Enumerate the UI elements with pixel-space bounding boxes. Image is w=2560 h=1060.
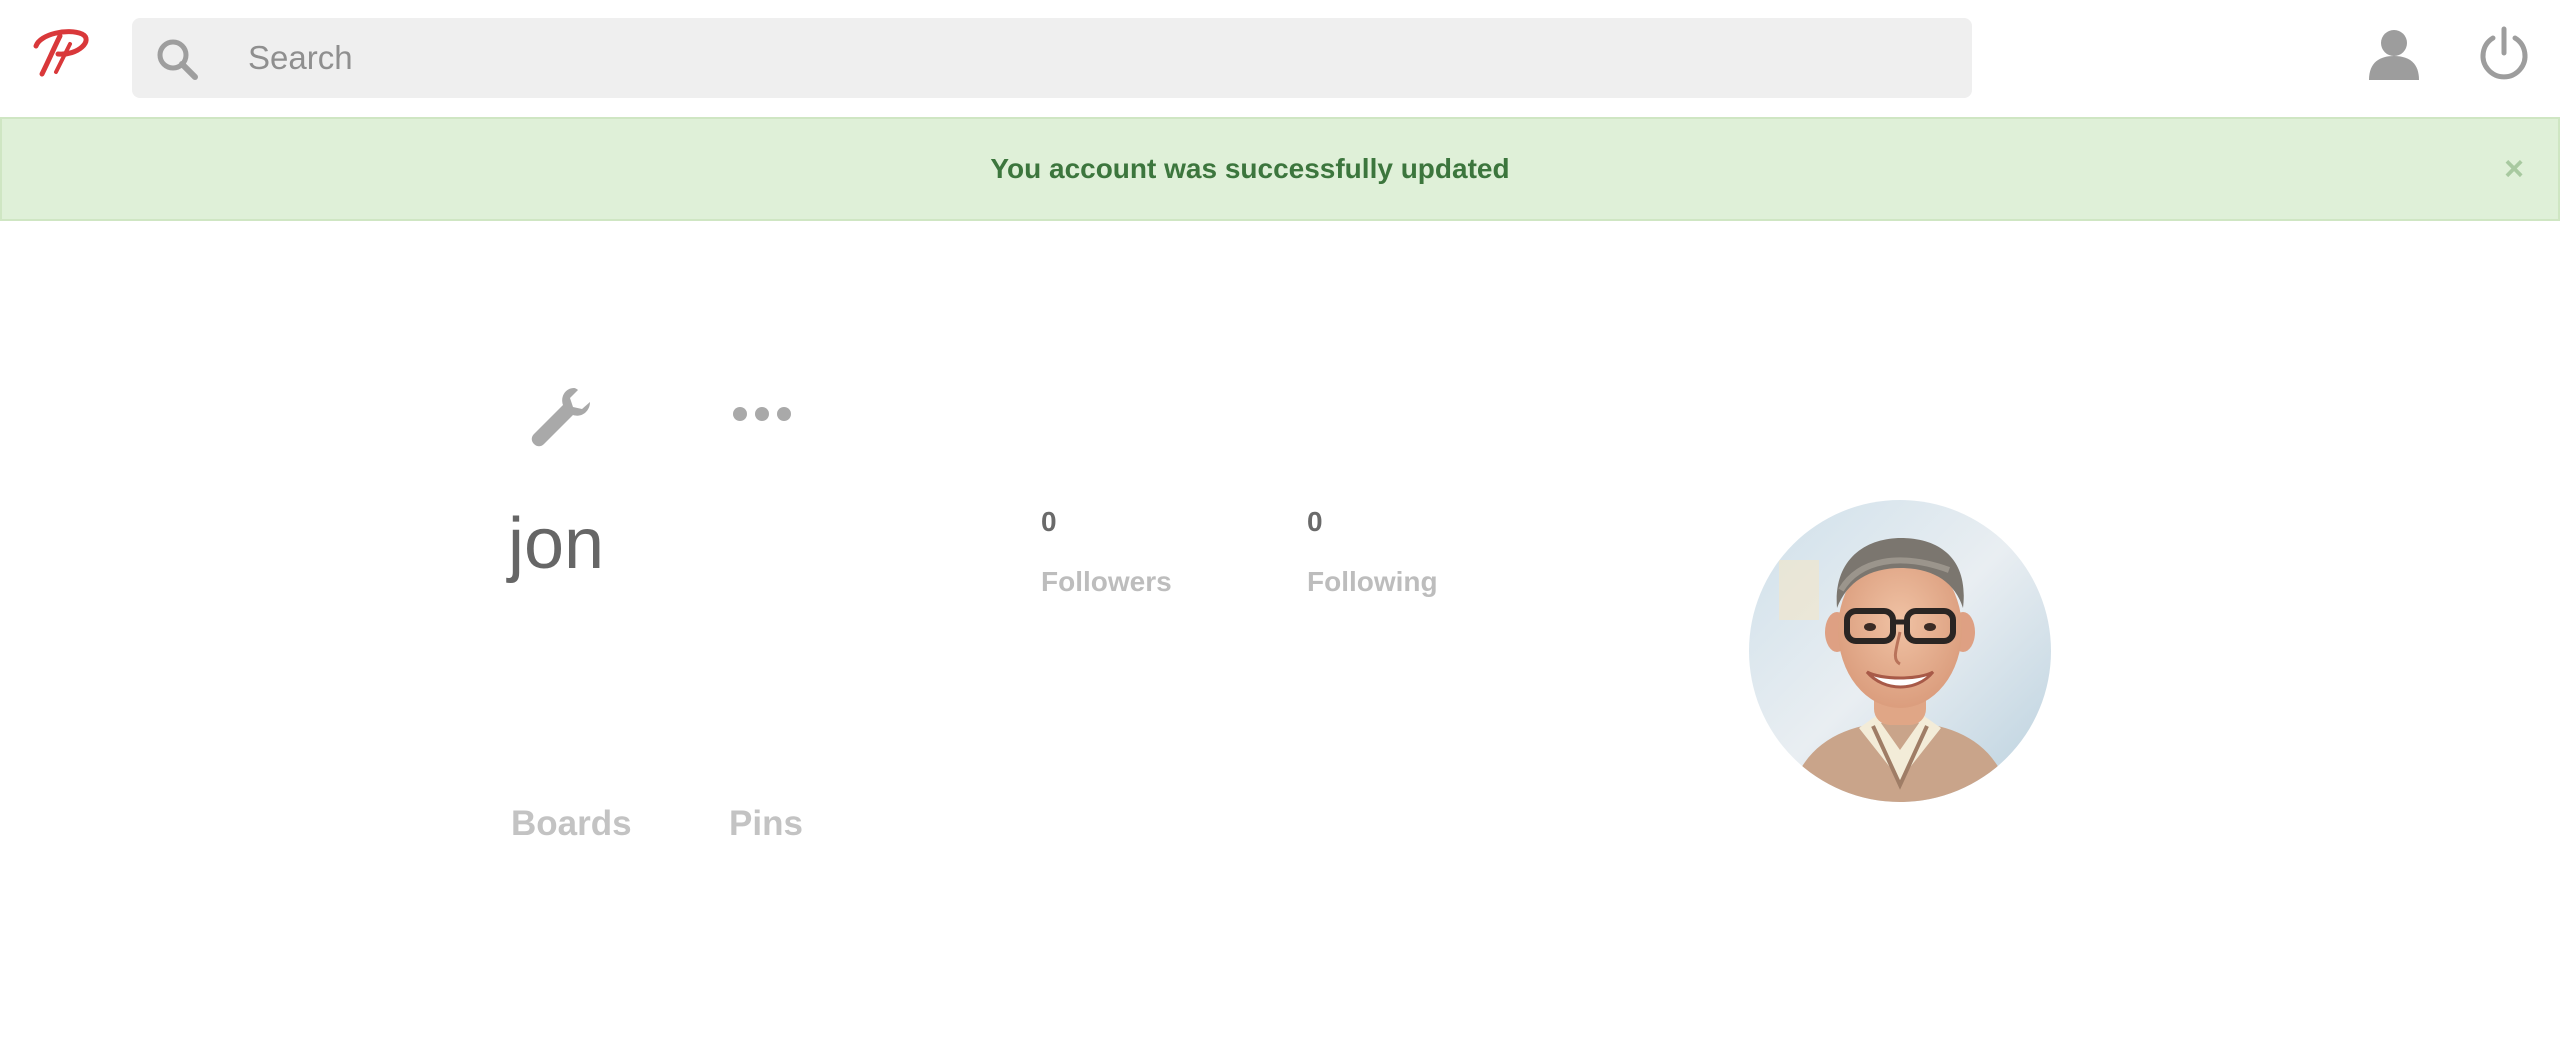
- profile-avatar: [1749, 500, 2051, 802]
- alert-message: You account was successfully updated: [990, 153, 1510, 184]
- power-icon[interactable]: [2476, 26, 2532, 82]
- wrench-icon[interactable]: [524, 380, 596, 452]
- tab-pins[interactable]: Pins: [729, 804, 803, 844]
- following-link[interactable]: Following: [1307, 566, 1438, 598]
- search-bar: [132, 18, 1972, 98]
- alert-close-button[interactable]: ×: [2494, 149, 2534, 189]
- avatar-portrait: [1749, 500, 2051, 802]
- following-count: 0: [1307, 506, 1323, 537]
- success-alert: You account was successfully updated ×: [0, 117, 2560, 221]
- profile-username: jon: [508, 504, 605, 584]
- top-header: [0, 0, 2560, 116]
- search-icon[interactable]: [154, 36, 200, 82]
- followers-link[interactable]: Followers: [1041, 566, 1172, 598]
- more-icon[interactable]: [730, 394, 794, 434]
- user-icon[interactable]: [2366, 26, 2422, 82]
- pinterest-logo-icon[interactable]: [30, 24, 94, 80]
- search-input[interactable]: [246, 18, 1946, 98]
- followers-count: 0: [1041, 506, 1057, 537]
- tab-boards[interactable]: Boards: [511, 804, 632, 844]
